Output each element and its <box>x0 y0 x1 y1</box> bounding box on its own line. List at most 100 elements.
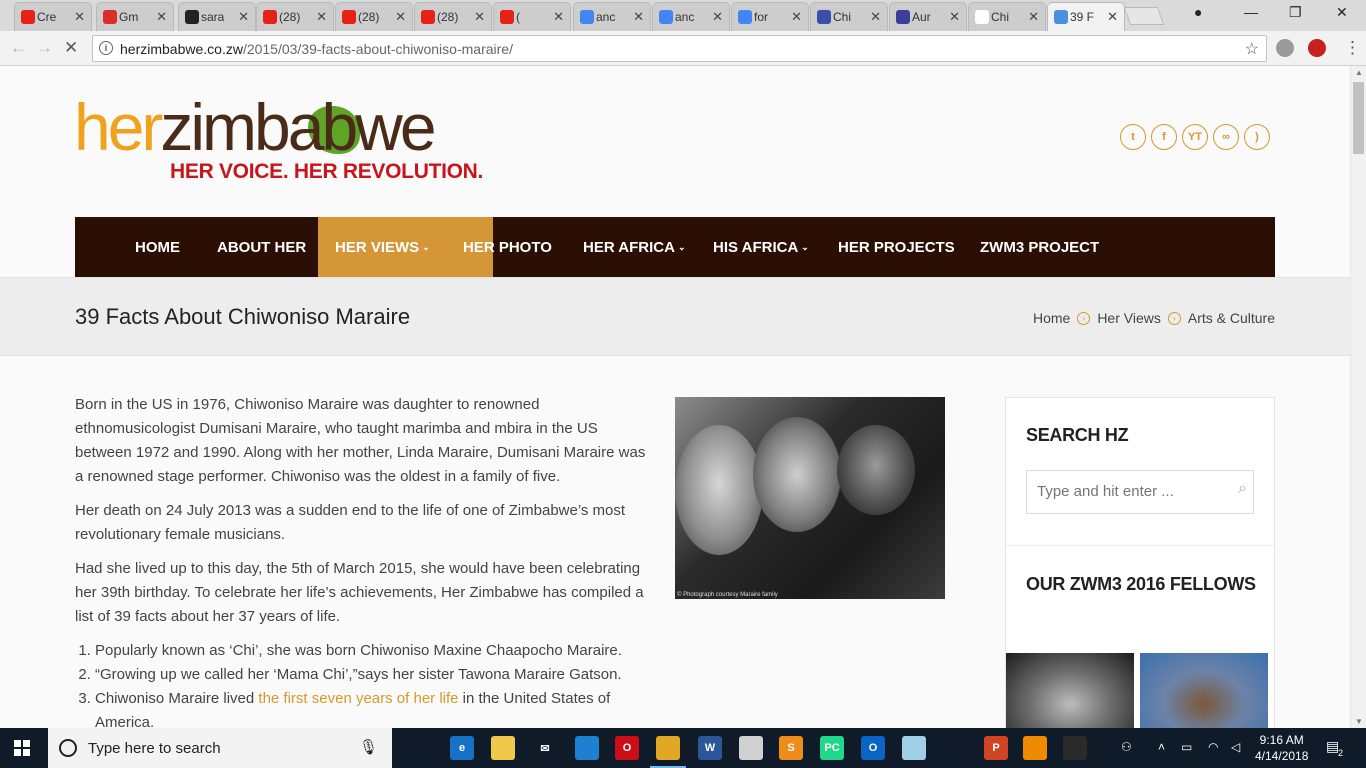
browser-tab[interactable]: Chi ✕ <box>968 2 1046 31</box>
site-info-icon[interactable]: i <box>99 41 113 55</box>
minimize-icon[interactable]: — <box>1244 4 1258 20</box>
profile-icon[interactable]: ● <box>1194 4 1202 20</box>
shark-icon[interactable] <box>575 736 599 760</box>
close-tab-icon[interactable]: ✕ <box>633 9 644 25</box>
vlc-icon[interactable] <box>1023 736 1047 760</box>
search-input[interactable] <box>1037 483 1227 500</box>
extension-icon[interactable] <box>1276 39 1294 57</box>
stop-loading-icon[interactable]: ✕ <box>64 38 78 58</box>
nav-item[interactable]: HER AFRICA ⌄ <box>583 217 686 277</box>
file-explorer-icon[interactable] <box>491 736 515 760</box>
browser-tab[interactable]: Cre ✕ <box>14 2 92 31</box>
mail-icon[interactable]: ✉ <box>533 736 557 760</box>
web-page: herzimbabwe HER VOICE. HER REVOLUTION. H… <box>0 66 1350 728</box>
extension-opera-icon[interactable] <box>1308 39 1326 57</box>
browser-tab[interactable]: 39 F ✕ <box>1047 2 1125 31</box>
system-clock[interactable]: 9:16 AM 4/14/2018 <box>1255 732 1308 764</box>
nav-item[interactable]: ABOUT HER <box>217 217 306 277</box>
breadcrumb-link[interactable]: Arts & Culture <box>1188 310 1275 326</box>
youtube-icon[interactable]: YT <box>1182 124 1208 150</box>
site-logo[interactable]: herzimbabwe HER VOICE. HER REVOLUTION. <box>74 94 484 189</box>
terminal-icon[interactable] <box>1063 736 1087 760</box>
close-tab-icon[interactable]: ✕ <box>791 9 802 25</box>
twitter-icon[interactable]: t <box>1120 124 1146 150</box>
browser-tab[interactable]: (28) ✕ <box>256 2 334 31</box>
breadcrumb-link[interactable]: Home <box>1033 310 1070 326</box>
tab-title: Chi <box>833 10 852 24</box>
close-tab-icon[interactable]: ✕ <box>74 9 85 25</box>
scrollbar-thumb[interactable] <box>1353 82 1364 154</box>
nav-item[interactable]: HER PHOTO <box>463 217 552 277</box>
browser-tab[interactable]: Aur ✕ <box>889 2 967 31</box>
browser-tab[interactable]: (✕ <box>493 2 571 31</box>
nav-item[interactable]: HIS AFRICA ⌄ <box>713 217 809 277</box>
new-tab-button[interactable] <box>1123 7 1165 25</box>
microphone-icon[interactable]: 🎙 <box>359 738 378 756</box>
article-paragraph: Had she lived up to this day, the 5th of… <box>75 560 644 625</box>
show-hidden-icons-icon[interactable]: ˄ <box>1158 740 1165 754</box>
fellow-photo[interactable] <box>1006 653 1134 728</box>
nav-item[interactable]: ZWM3 PROJECT <box>980 217 1099 277</box>
paint-icon[interactable] <box>739 736 763 760</box>
browser-tab[interactable]: anc ✕ <box>652 2 730 31</box>
word-icon[interactable]: W <box>698 736 722 760</box>
forward-icon[interactable]: → <box>36 38 53 58</box>
list-item: Chiwoniso Maraire lived the first seven … <box>95 687 650 728</box>
pycharm-icon[interactable]: PC <box>820 736 844 760</box>
sublime-icon[interactable]: S <box>779 736 803 760</box>
browser-tab[interactable]: for ✕ <box>731 2 809 31</box>
address-bar[interactable]: i herzimbabwe.co.zw/2015/03/39-facts-abo… <box>92 35 1267 62</box>
close-tab-icon[interactable]: ✕ <box>553 9 564 25</box>
search-box[interactable]: ⌕ <box>1026 470 1254 514</box>
taskbar-search-box[interactable]: Type here to search 🎙 <box>48 728 392 768</box>
close-tab-icon[interactable]: ✕ <box>1107 9 1118 25</box>
notes-icon[interactable] <box>902 736 926 760</box>
menu-icon[interactable]: ⋮ <box>1344 38 1361 58</box>
task-view-icon[interactable] <box>404 736 428 760</box>
close-tab-icon[interactable]: ✕ <box>316 9 327 25</box>
nav-item[interactable]: HER PROJECTS <box>838 217 955 277</box>
photos-icon[interactable] <box>943 736 967 760</box>
scroll-down-icon[interactable]: ▼ <box>1355 717 1363 726</box>
browser-tab[interactable]: Gm ✕ <box>96 2 174 31</box>
close-tab-icon[interactable]: ✕ <box>238 9 249 25</box>
back-icon[interactable]: ← <box>10 38 27 58</box>
fellow-photo[interactable] <box>1140 653 1268 728</box>
windows-start-icon[interactable] <box>14 740 30 756</box>
facebook-icon[interactable]: f <box>1151 124 1177 150</box>
close-tab-icon[interactable]: ✕ <box>870 9 881 25</box>
article-link[interactable]: the first seven years of her life <box>258 690 458 707</box>
close-tab-icon[interactable]: ✕ <box>949 9 960 25</box>
close-tab-icon[interactable]: ✕ <box>156 9 167 25</box>
search-icon[interactable]: ⌕ <box>1238 480 1247 498</box>
bookmark-star-icon[interactable]: ☆ <box>1245 39 1259 59</box>
outlook-icon[interactable]: O <box>861 736 885 760</box>
browser-tab[interactable]: Chi ✕ <box>810 2 888 31</box>
battery-icon[interactable]: ▭ <box>1181 740 1192 754</box>
opera-icon[interactable]: O <box>615 736 639 760</box>
volume-icon[interactable]: ◁ <box>1231 740 1240 754</box>
edge-icon[interactable]: e <box>450 736 474 760</box>
chrome-icon[interactable] <box>650 736 686 768</box>
sidebar: SEARCH HZ ⌕ OUR ZWM3 2016 FELLOWS <box>1005 397 1275 728</box>
powerpoint-icon[interactable]: P <box>984 736 1008 760</box>
wifi-icon[interactable]: ◠ <box>1208 740 1218 754</box>
browser-tab[interactable]: (28) ✕ <box>335 2 413 31</box>
page-scrollbar[interactable]: ▲ ▼ <box>1350 66 1366 728</box>
flickr-icon[interactable]: ∞ <box>1213 124 1239 150</box>
scroll-up-icon[interactable]: ▲ <box>1355 68 1363 77</box>
nav-item[interactable]: HOME <box>135 217 180 277</box>
breadcrumb-link[interactable]: Her Views <box>1097 310 1161 326</box>
url-text[interactable]: herzimbabwe.co.zw/2015/03/39-facts-about… <box>120 41 513 57</box>
people-icon[interactable]: ⚇ <box>1121 740 1132 754</box>
close-tab-icon[interactable]: ✕ <box>712 9 723 25</box>
browser-tab[interactable]: sara ✕ <box>178 2 256 31</box>
close-tab-icon[interactable]: ✕ <box>474 9 485 25</box>
restore-icon[interactable]: ❐ <box>1289 4 1302 21</box>
browser-tab[interactable]: (28) ✕ <box>414 2 492 31</box>
close-window-icon[interactable]: ✕ <box>1336 4 1348 21</box>
browser-tab[interactable]: anc ✕ <box>573 2 651 31</box>
close-tab-icon[interactable]: ✕ <box>1028 9 1039 25</box>
close-tab-icon[interactable]: ✕ <box>395 9 406 25</box>
rss-icon[interactable]: ) <box>1244 124 1270 150</box>
